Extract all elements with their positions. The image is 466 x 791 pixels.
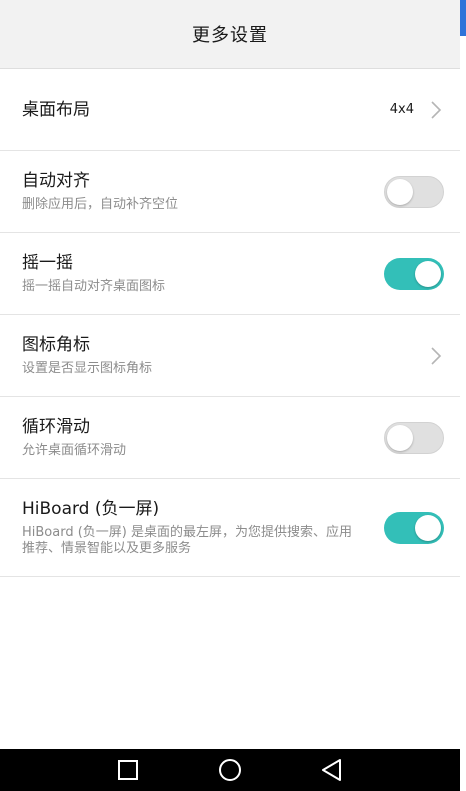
header-bar: 更多设置 xyxy=(0,0,460,69)
setting-subtitle: 设置是否显示图标角标 xyxy=(22,361,153,376)
navigation-bar xyxy=(0,749,460,791)
setting-subtitle: 摇一摇自动对齐桌面图标 xyxy=(22,279,166,294)
recent-apps-icon[interactable] xyxy=(113,755,143,785)
loop-scroll-toggle[interactable] xyxy=(384,421,444,454)
setting-title: 循环滑动 xyxy=(22,417,90,437)
toggle-knob xyxy=(387,424,413,451)
setting-subtitle: 允许桌面循环滑动 xyxy=(22,443,127,458)
setting-title: HiBoard (负一屏) xyxy=(22,499,160,519)
setting-shake: 摇一摇 摇一摇自动对齐桌面图标 xyxy=(0,233,460,315)
setting-subtitle: HiBoard (负一屏) 是桌面的最左屏，为您提供搜索、应用推荐、情景智能以及… xyxy=(22,525,353,556)
setting-title: 自动对齐 xyxy=(22,171,90,191)
toggle-knob xyxy=(415,514,441,541)
setting-title: 摇一摇 xyxy=(22,253,73,273)
setting-auto-align: 自动对齐 删除应用后，自动补齐空位 xyxy=(0,151,460,233)
edge-accent xyxy=(460,0,466,36)
shake-toggle[interactable] xyxy=(384,257,444,290)
setting-subtitle: 删除应用后，自动补齐空位 xyxy=(22,197,179,212)
setting-loop-scroll: 循环滑动 允许桌面循环滑动 xyxy=(0,397,460,479)
settings-screen: 更多设置 桌面布局 4x4 自动对齐 删除应用后，自动补齐空位 摇一摇 摇一摇自… xyxy=(0,0,466,791)
home-icon[interactable] xyxy=(215,755,245,785)
setting-value: 4x4 xyxy=(389,102,414,117)
page-title: 更多设置 xyxy=(192,25,268,46)
chevron-right-icon xyxy=(428,346,444,366)
setting-icon-badge[interactable]: 图标角标 设置是否显示图标角标 xyxy=(0,315,460,397)
toggle-knob xyxy=(415,260,441,287)
toggle-knob xyxy=(387,178,413,205)
auto-align-toggle[interactable] xyxy=(384,175,444,208)
setting-hiboard: HiBoard (负一屏) HiBoard (负一屏) 是桌面的最左屏，为您提供… xyxy=(0,479,460,577)
back-icon[interactable] xyxy=(317,755,347,785)
hiboard-toggle[interactable] xyxy=(384,511,444,544)
setting-desktop-layout[interactable]: 桌面布局 4x4 xyxy=(0,69,460,151)
chevron-right-icon xyxy=(428,100,444,120)
setting-title: 桌面布局 xyxy=(22,99,90,120)
settings-list: 桌面布局 4x4 自动对齐 删除应用后，自动补齐空位 摇一摇 摇一摇自动对齐桌面… xyxy=(0,69,460,577)
setting-title: 图标角标 xyxy=(22,335,90,355)
